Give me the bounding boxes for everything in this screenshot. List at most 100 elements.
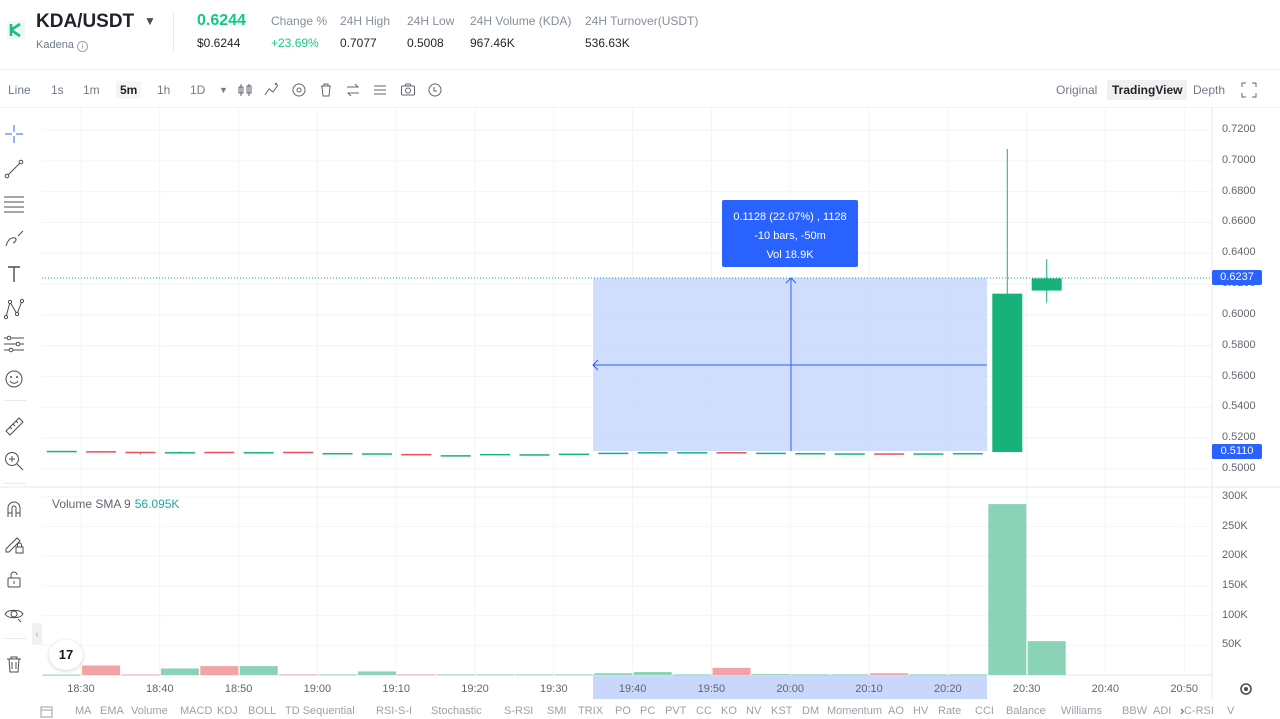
candle[interactable] bbox=[913, 453, 944, 455]
interval-dropdown-icon[interactable]: ▼ bbox=[219, 85, 228, 95]
calendar-icon[interactable] bbox=[40, 705, 53, 718]
candle[interactable] bbox=[598, 452, 629, 455]
candle[interactable] bbox=[243, 451, 274, 454]
candle[interactable] bbox=[401, 453, 432, 456]
view-depth[interactable]: Depth bbox=[1193, 83, 1225, 97]
price-tick-label: 0.5600 bbox=[1222, 369, 1256, 382]
indicator-scroll-right-icon[interactable]: › bbox=[1180, 704, 1184, 718]
candle[interactable] bbox=[322, 452, 353, 455]
volume-legend[interactable]: Volume SMA 9 56.095K bbox=[52, 497, 179, 511]
settings-icon[interactable] bbox=[291, 82, 307, 98]
candle-body bbox=[519, 454, 550, 456]
indicator-williams[interactable]: Williams bbox=[1061, 705, 1102, 717]
candle[interactable] bbox=[125, 451, 156, 455]
indicator-ko[interactable]: KO bbox=[721, 705, 737, 717]
volume-bar bbox=[515, 674, 554, 676]
chart-settings-gear-icon[interactable] bbox=[1238, 681, 1254, 697]
indicator-boll[interactable]: BOLL bbox=[248, 705, 276, 717]
pair-dropdown-icon[interactable]: ▼ bbox=[144, 14, 156, 28]
indicator-bbw[interactable]: BBW bbox=[1122, 705, 1147, 717]
candle-body bbox=[677, 452, 708, 454]
indicator-ma[interactable]: MA bbox=[75, 705, 92, 717]
indicator-cc[interactable]: CC bbox=[696, 705, 712, 717]
interval-1h[interactable]: 1h bbox=[157, 83, 170, 97]
volume-tick-label: 300K bbox=[1222, 490, 1248, 502]
candle[interactable] bbox=[952, 452, 983, 455]
candle[interactable] bbox=[519, 454, 550, 456]
indicator-rate[interactable]: Rate bbox=[938, 705, 961, 717]
indicator-volume[interactable]: Volume bbox=[131, 705, 168, 717]
candle[interactable] bbox=[204, 451, 235, 454]
candle[interactable] bbox=[677, 452, 708, 454]
indicator-kdj[interactable]: KDJ bbox=[217, 705, 238, 717]
indicator-cci[interactable]: CCI bbox=[975, 705, 994, 717]
indicator-kst[interactable]: KST bbox=[771, 705, 792, 717]
candle[interactable] bbox=[361, 453, 392, 455]
interval-1s[interactable]: 1s bbox=[51, 83, 64, 97]
indicator-stochastic[interactable]: Stochastic bbox=[431, 705, 482, 717]
indicator-balance[interactable]: Balance bbox=[1006, 705, 1046, 717]
price-tick-label: 0.7000 bbox=[1222, 153, 1256, 166]
candle[interactable] bbox=[440, 455, 471, 457]
indicator-macd[interactable]: MACD bbox=[180, 705, 212, 717]
candle[interactable] bbox=[164, 451, 195, 454]
indicators-icon[interactable] bbox=[264, 82, 280, 98]
candle[interactable] bbox=[992, 148, 1023, 453]
indicator-momentum[interactable]: Momentum bbox=[827, 705, 882, 717]
interval-1m[interactable]: 1m bbox=[83, 83, 100, 97]
view-original[interactable]: Original bbox=[1056, 83, 1097, 97]
candle[interactable] bbox=[716, 452, 747, 454]
indicator-pc[interactable]: PC bbox=[640, 705, 655, 717]
candle[interactable] bbox=[558, 453, 589, 456]
interval-1d[interactable]: 1D bbox=[190, 83, 205, 97]
chart-canvas[interactable] bbox=[0, 108, 1280, 719]
swap-icon[interactable] bbox=[345, 82, 361, 98]
indicator-c-rsi[interactable]: C-RSI bbox=[1184, 705, 1214, 717]
volume-tick-label: 200K bbox=[1222, 549, 1248, 562]
candle[interactable] bbox=[755, 452, 786, 455]
volume-bar bbox=[870, 673, 909, 675]
candle[interactable] bbox=[480, 453, 511, 456]
volume-tick-label: 100K bbox=[1222, 608, 1248, 621]
candle-body bbox=[283, 451, 314, 454]
fullscreen-icon[interactable] bbox=[1241, 82, 1257, 98]
indicator-td-sequential[interactable]: TD Sequential bbox=[285, 705, 355, 717]
candle[interactable] bbox=[86, 451, 117, 453]
price-chart[interactable]: 0.72000.70000.68000.66000.64000.62000.60… bbox=[0, 108, 1280, 719]
indicator-trix[interactable]: TRIX bbox=[578, 705, 603, 717]
indicator-pvt[interactable]: PVT bbox=[665, 705, 686, 717]
last-price-usd: $0.6244 bbox=[197, 36, 241, 50]
candle[interactable] bbox=[637, 452, 668, 454]
info-icon[interactable]: i bbox=[76, 41, 88, 52]
candle[interactable] bbox=[46, 450, 77, 453]
indicator-rsi-s-i[interactable]: RSI-S-I bbox=[376, 705, 412, 717]
camera-icon[interactable] bbox=[400, 82, 416, 98]
tradingview-logo-icon[interactable]: 17 bbox=[49, 640, 83, 670]
indicator-smi[interactable]: SMI bbox=[547, 705, 567, 717]
indicator-ema[interactable]: EMA bbox=[100, 705, 124, 717]
list-icon[interactable] bbox=[372, 82, 388, 98]
volume-bar bbox=[751, 674, 790, 676]
indicator-nv[interactable]: NV bbox=[746, 705, 761, 717]
candle[interactable] bbox=[283, 451, 314, 454]
delete-icon[interactable] bbox=[318, 82, 334, 98]
candle[interactable] bbox=[874, 453, 905, 455]
candle[interactable] bbox=[795, 452, 826, 455]
replay-icon[interactable] bbox=[427, 82, 443, 98]
pair-symbol[interactable]: KDA/USDT bbox=[36, 11, 134, 33]
collapse-toolbar-icon[interactable]: ‹ bbox=[32, 623, 42, 645]
indicator-s-rsi[interactable]: S-RSI bbox=[504, 705, 533, 717]
candle-type-icon[interactable] bbox=[237, 82, 253, 98]
indicator-v[interactable]: V bbox=[1227, 705, 1234, 717]
indicator-po[interactable]: PO bbox=[615, 705, 631, 717]
indicator-dm[interactable]: DM bbox=[802, 705, 819, 717]
indicator-ao[interactable]: AO bbox=[888, 705, 904, 717]
indicator-hv[interactable]: HV bbox=[913, 705, 928, 717]
interval-5m[interactable]: 5m bbox=[116, 81, 142, 99]
indicator-adi[interactable]: ADI bbox=[1153, 705, 1171, 717]
candle[interactable] bbox=[1031, 259, 1062, 303]
interval-line[interactable]: Line bbox=[8, 83, 31, 97]
candle[interactable] bbox=[834, 453, 865, 455]
view-tradingview[interactable]: TradingView bbox=[1107, 80, 1188, 100]
volume-bar bbox=[594, 673, 633, 675]
